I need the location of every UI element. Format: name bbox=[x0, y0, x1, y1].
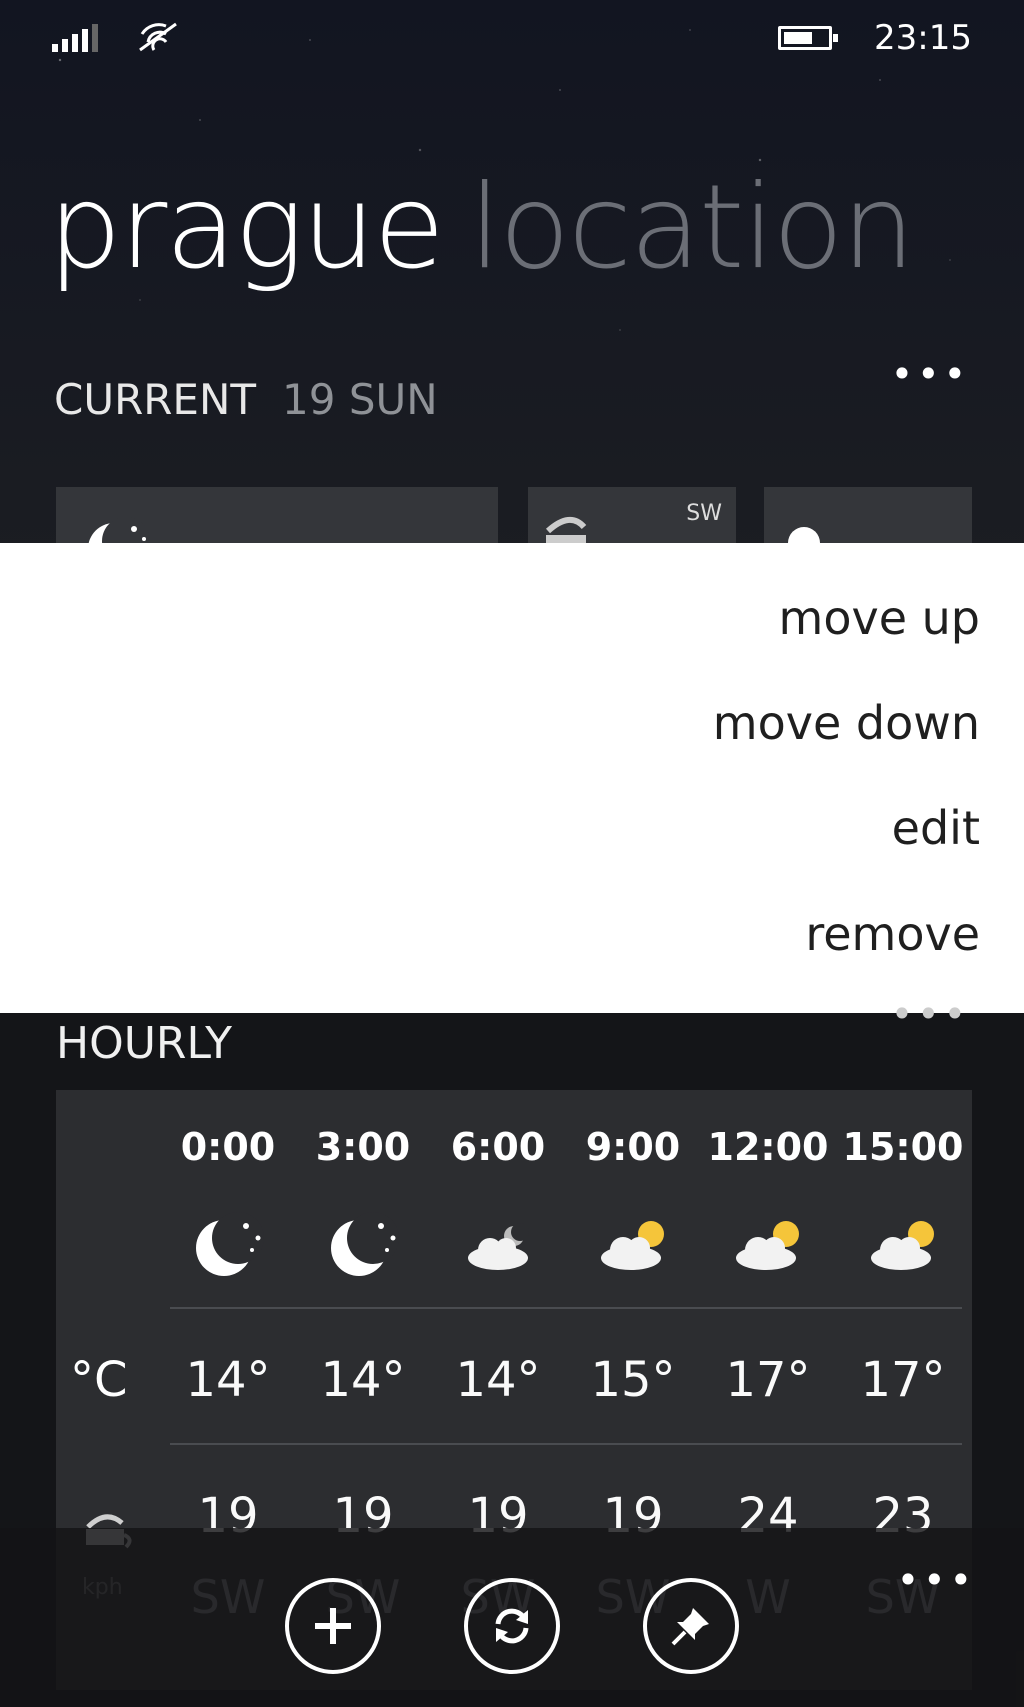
clock: 23:15 bbox=[874, 18, 972, 58]
hourly-temperature: 17° bbox=[725, 1352, 811, 1408]
hourly-temperature: 14° bbox=[320, 1352, 406, 1408]
partly-cloudy-day-icon bbox=[838, 1210, 968, 1280]
menu-item-remove[interactable]: remove bbox=[805, 907, 980, 961]
hourly-time: 3:00 bbox=[315, 1125, 411, 1169]
moon-icon bbox=[88, 517, 150, 543]
current-wind-tile[interactable]: SW bbox=[528, 487, 736, 543]
menu-item-edit[interactable]: edit bbox=[892, 801, 980, 855]
pivot-header: prague location bbox=[48, 170, 915, 286]
hourly-time: 6:00 bbox=[450, 1125, 546, 1169]
current-extra-tile[interactable] bbox=[764, 487, 972, 543]
context-menu: move up move down edit remove bbox=[0, 543, 1024, 1013]
signal-strength-icon bbox=[52, 24, 98, 52]
hourly-temperature: 17° bbox=[860, 1352, 946, 1408]
clear-night-icon bbox=[163, 1210, 293, 1280]
hourly-time: 9:00 bbox=[585, 1125, 681, 1169]
menu-item-move-up[interactable]: move up bbox=[779, 591, 980, 645]
pin-button[interactable] bbox=[643, 1578, 739, 1674]
menu-item-move-down[interactable]: move down bbox=[713, 696, 980, 750]
wind-icon bbox=[545, 517, 587, 543]
more-options-button[interactable]: ••• bbox=[891, 352, 970, 396]
hourly-time: 12:00 bbox=[707, 1125, 829, 1169]
status-bar: 23:15 bbox=[52, 18, 972, 58]
partly-cloudy-night-icon bbox=[433, 1210, 563, 1280]
battery-icon bbox=[778, 26, 838, 50]
hourly-temperature: 15° bbox=[590, 1352, 676, 1408]
pivot-item-location[interactable]: location bbox=[469, 160, 915, 295]
hourly-time: 15:00 bbox=[842, 1125, 964, 1169]
hourly-more-button[interactable]: ••• bbox=[891, 992, 970, 1036]
pin-icon bbox=[671, 1608, 709, 1646]
wind-direction-label: SW bbox=[686, 501, 722, 526]
refresh-button[interactable] bbox=[464, 1578, 560, 1674]
partly-cloudy-day-icon bbox=[568, 1210, 698, 1280]
hourly-section-header: HOURLY bbox=[56, 1018, 233, 1069]
hourly-temperature: 14° bbox=[455, 1352, 541, 1408]
row-divider bbox=[170, 1443, 962, 1445]
cloud-icon bbox=[788, 527, 820, 543]
current-section-header: CURRENT 19 SUN bbox=[54, 375, 438, 424]
hourly-time: 0:00 bbox=[180, 1125, 276, 1169]
current-label: CURRENT bbox=[54, 375, 257, 424]
wifi-icon bbox=[139, 22, 177, 52]
partly-cloudy-day-icon bbox=[703, 1210, 833, 1280]
clear-night-icon bbox=[298, 1210, 428, 1280]
pivot-item-prague[interactable]: prague bbox=[48, 160, 445, 295]
current-condition-tile[interactable] bbox=[56, 487, 498, 543]
current-date: 19 SUN bbox=[282, 375, 438, 424]
app-bar-more-button[interactable]: ••• bbox=[897, 1558, 976, 1602]
temperature-unit: °C bbox=[70, 1352, 128, 1408]
hourly-temperature: 14° bbox=[185, 1352, 271, 1408]
refresh-icon bbox=[495, 1608, 529, 1644]
add-icon bbox=[315, 1608, 351, 1644]
row-divider bbox=[170, 1307, 962, 1309]
add-button[interactable] bbox=[285, 1578, 381, 1674]
